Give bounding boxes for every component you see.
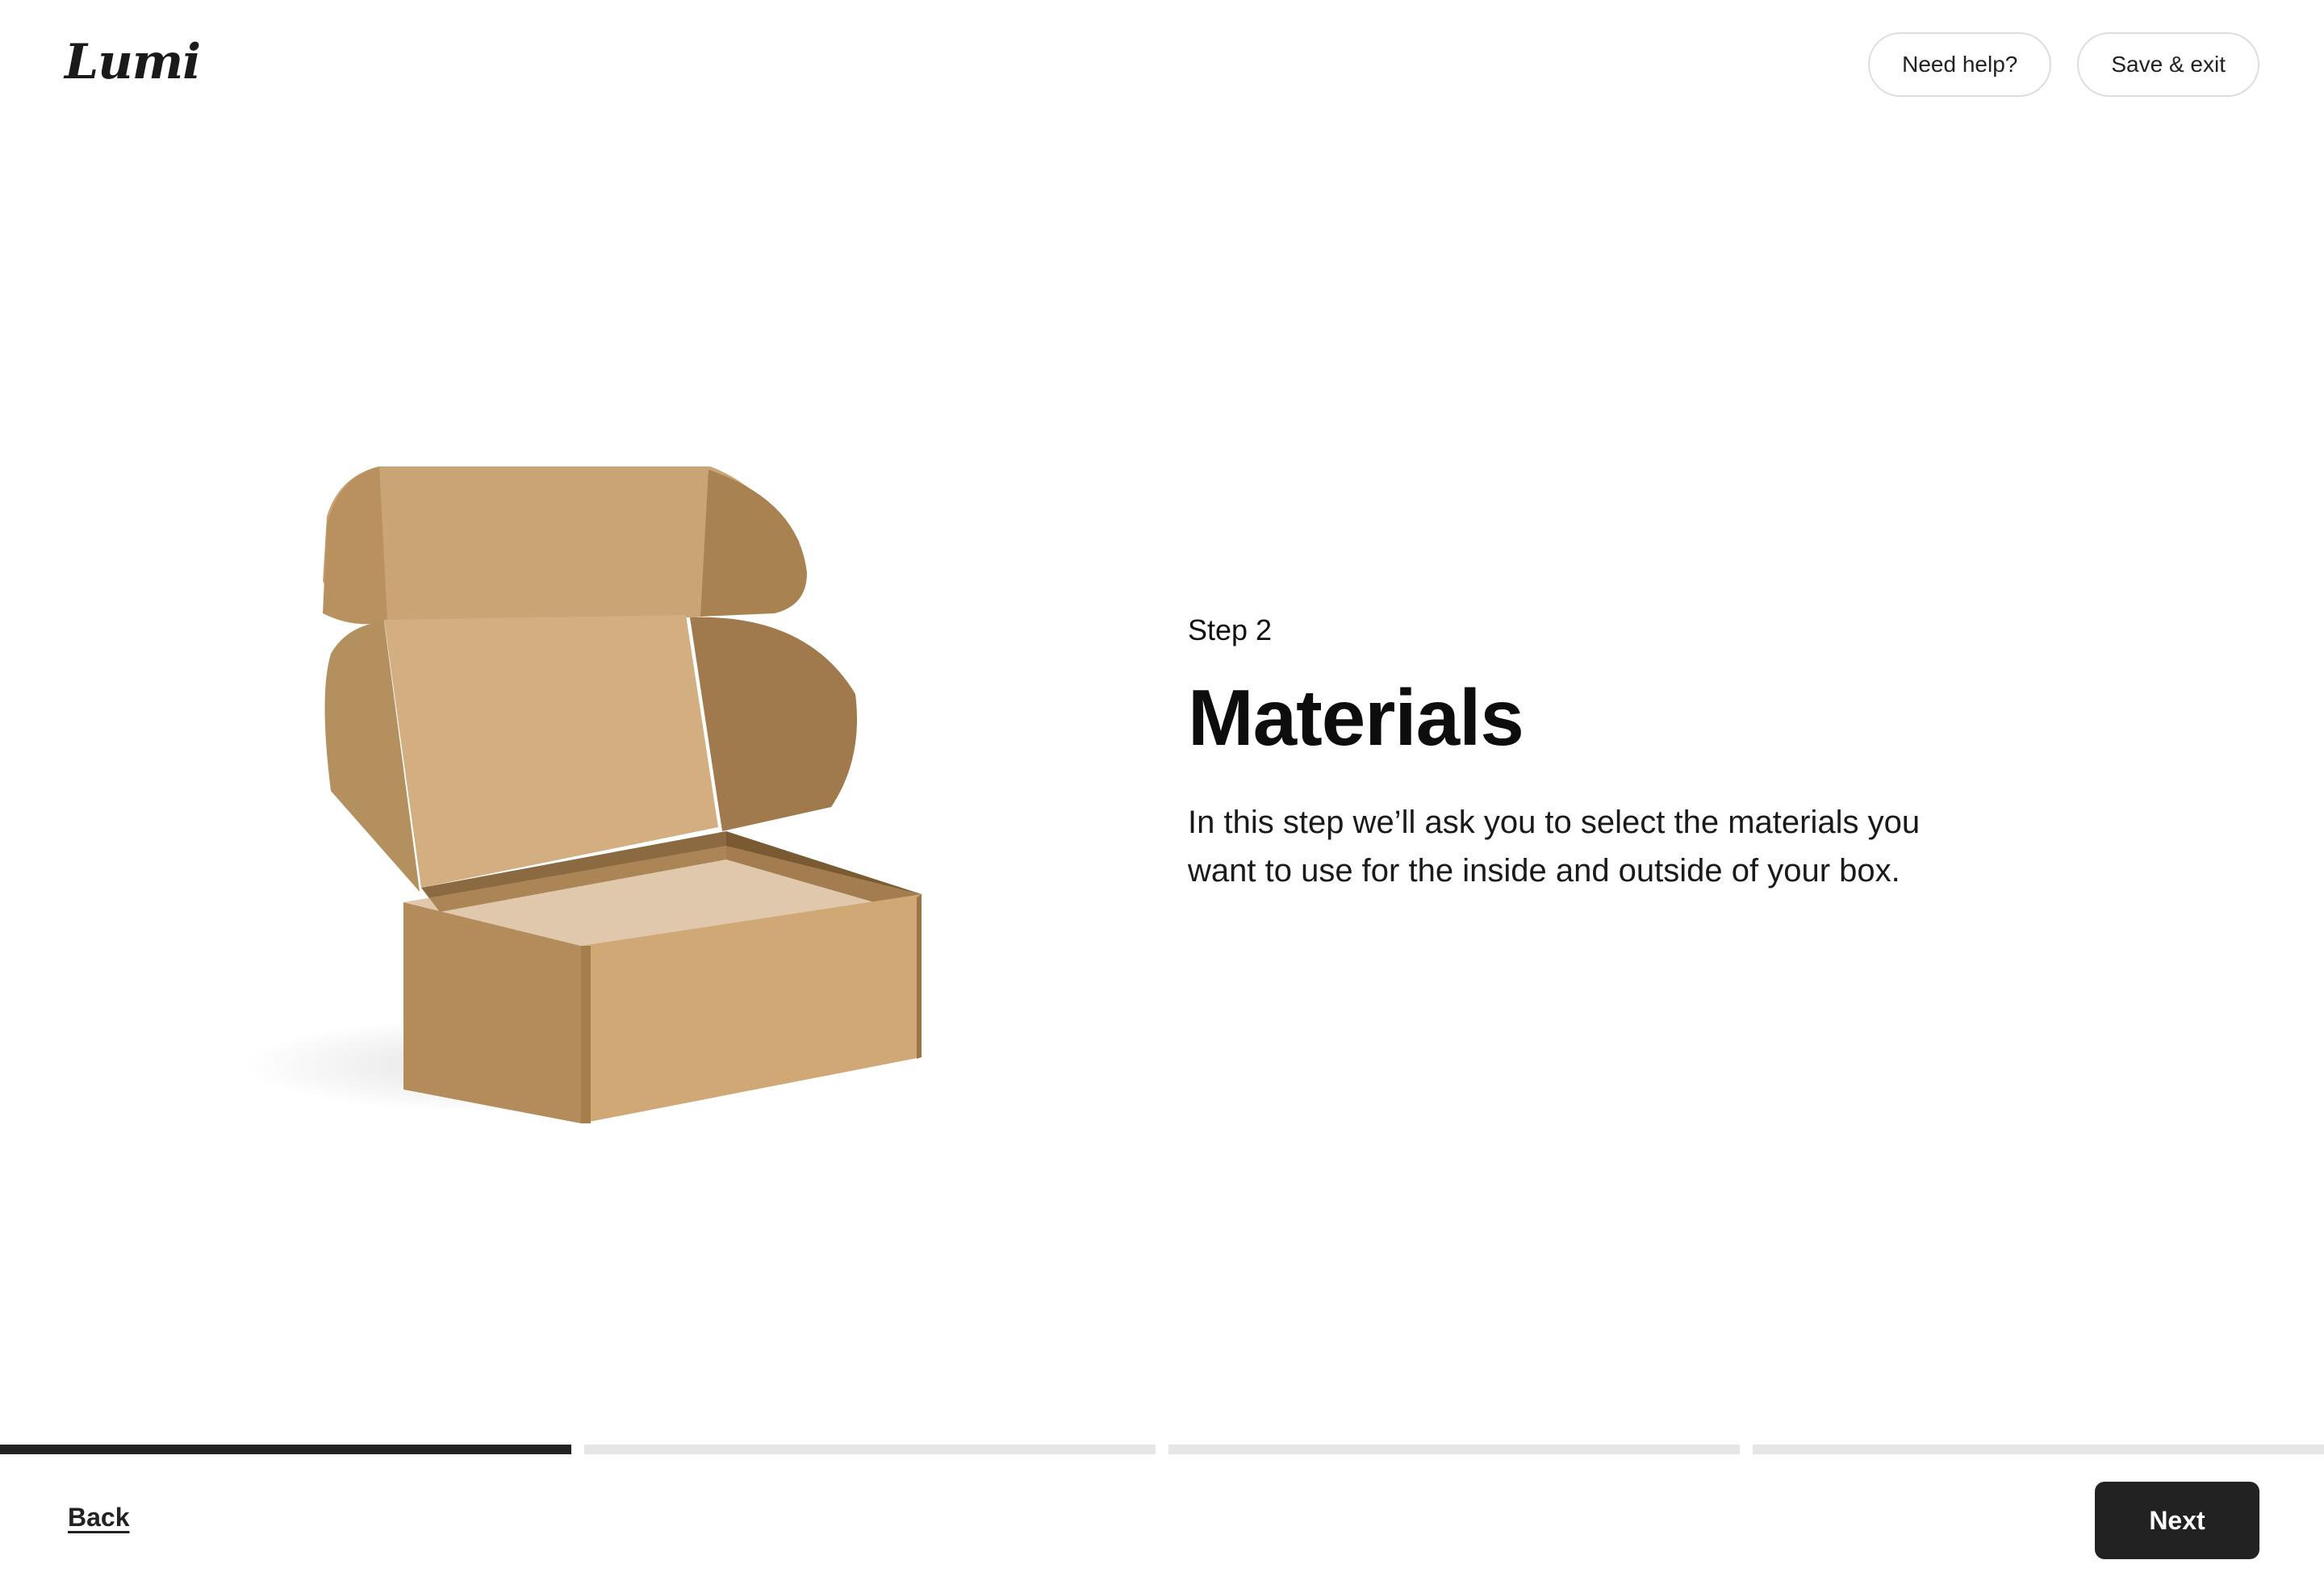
progress-segment	[584, 1445, 1156, 1454]
progress-segment	[1168, 1445, 1740, 1454]
step-intro: Step 2 Materials In this step we’ll ask …	[1188, 613, 1995, 895]
step-label: Step 2	[1188, 613, 1273, 646]
lumi-logo[interactable]: Lumi	[65, 34, 201, 90]
next-button[interactable]: Next	[2095, 1482, 2259, 1559]
progress-segment	[1753, 1445, 2324, 1454]
onboarding-page: Lumi Need help? Save & exit Step 2 Mater…	[0, 0, 2324, 1585]
save-exit-button[interactable]: Save & exit	[2077, 32, 2259, 97]
back-link[interactable]: Back	[68, 1503, 130, 1533]
page-title: Materials	[1188, 673, 1524, 762]
header-actions: Need help? Save & exit	[1868, 32, 2259, 97]
step-description: In this step we’ll ask you to select the…	[1188, 804, 1921, 889]
open-box-illustration	[242, 452, 952, 1138]
progress-segment	[0, 1445, 571, 1454]
need-help-button[interactable]: Need help?	[1868, 32, 2052, 97]
progress-bar	[0, 1445, 2324, 1454]
